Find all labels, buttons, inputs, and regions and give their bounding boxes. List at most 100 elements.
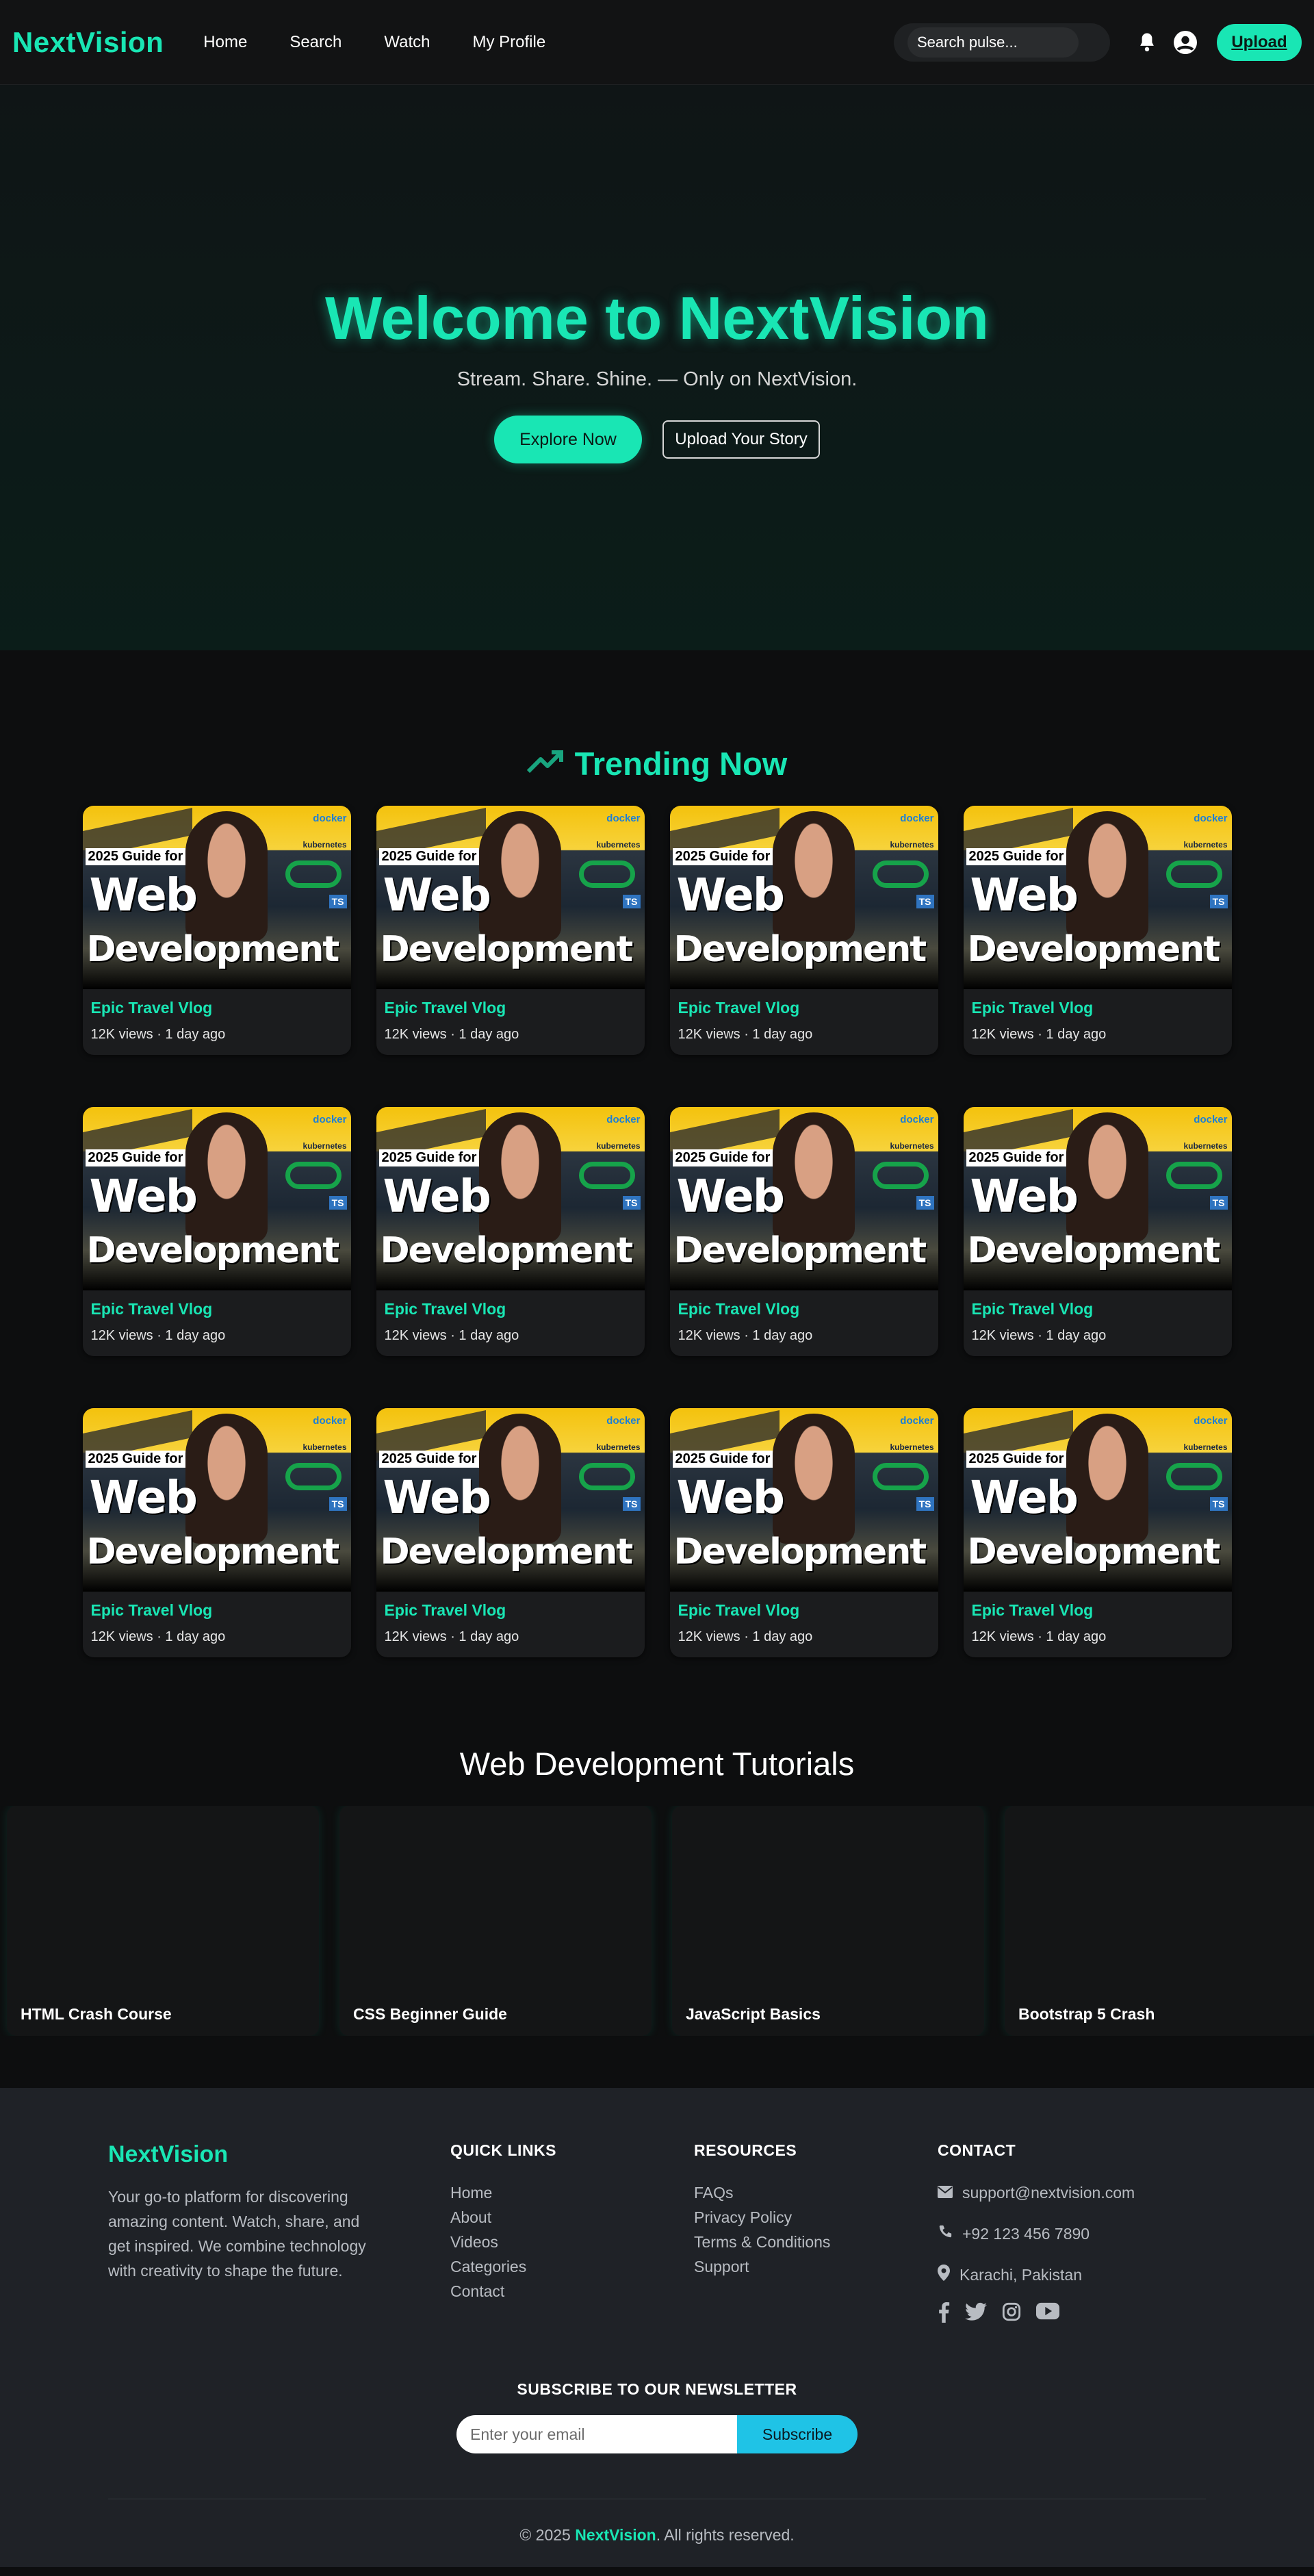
video-card-body: Epic Travel Vlog 12K views · 1 day ago <box>670 989 938 1052</box>
contact-location-text: Karachi, Pakistan <box>959 2265 1082 2284</box>
video-title[interactable]: Epic Travel Vlog <box>972 1300 1224 1318</box>
video-title[interactable]: Epic Travel Vlog <box>91 1300 343 1318</box>
subscribe-button[interactable]: Subscribe <box>737 2415 858 2453</box>
video-thumbnail[interactable]: docker kubernetes TS 2025 Guide for Web Devel… <box>669 806 938 989</box>
footer-link-about[interactable]: About <box>450 2205 694 2230</box>
video-title[interactable]: Epic Travel Vlog <box>678 1300 930 1318</box>
footer-brand[interactable]: NextVision <box>108 2141 450 2168</box>
facebook-icon[interactable] <box>938 2302 950 2326</box>
video-card-body: Epic Travel Vlog 12K views · 1 day ago <box>964 989 1232 1052</box>
tutorial-card[interactable]: HTML Crash Course <box>7 1806 319 2036</box>
tutorials-title: Web Development Tutorials <box>459 1746 855 1782</box>
phone-icon <box>938 2224 953 2243</box>
trending-section: Trending Now docker kubernetes TS 2025 Guid… <box>0 650 1314 1657</box>
upload-your-story-button[interactable]: Upload Your Story <box>662 420 820 459</box>
video-card[interactable]: docker kubernetes TS 2025 Guide for Web Devel… <box>376 1408 645 1657</box>
thumbnail-person-graphic <box>185 1414 268 1544</box>
video-card[interactable]: docker kubernetes TS 2025 Guide for Web Devel… <box>669 1408 938 1657</box>
video-card[interactable]: docker kubernetes TS 2025 Guide for Web Devel… <box>82 1107 351 1356</box>
thumbnail-tag: 2025 Guide for <box>672 848 773 865</box>
bell-icon[interactable] <box>1135 30 1159 55</box>
video-card[interactable]: docker kubernetes TS 2025 Guide for Web Devel… <box>963 1107 1232 1356</box>
video-card[interactable]: docker kubernetes TS 2025 Guide for Web Devel… <box>82 806 351 1055</box>
video-thumbnail[interactable]: docker kubernetes TS 2025 Guide for Web Devel… <box>376 1408 645 1592</box>
footer-link-videos[interactable]: Videos <box>450 2230 694 2254</box>
footer-link-contact[interactable]: Contact <box>450 2279 694 2304</box>
video-title[interactable]: Epic Travel Vlog <box>385 1300 636 1318</box>
video-thumbnail[interactable]: docker kubernetes TS 2025 Guide for Web Devel… <box>82 1107 351 1290</box>
tutorial-card[interactable]: CSS Beginner Guide <box>339 1806 652 2036</box>
copyright-brand[interactable]: NextVision <box>575 2526 656 2544</box>
thumbnail-brand-ts: TS <box>622 1497 641 1511</box>
search-input[interactable]: Search pulse... <box>907 27 1079 58</box>
footer: NextVision Your go-to platform for disco… <box>0 2088 1314 2567</box>
thumbnail-brand-docker: docker <box>900 1415 934 1427</box>
video-thumbnail[interactable]: docker kubernetes TS 2025 Guide for Web Devel… <box>669 1408 938 1592</box>
brand-logo[interactable]: NextVision <box>12 26 164 59</box>
video-title[interactable]: Epic Travel Vlog <box>678 999 930 1017</box>
newsletter: SUBSCRIBE TO OUR NEWSLETTER Enter your e… <box>0 2380 1314 2453</box>
video-thumbnail[interactable]: docker kubernetes TS 2025 Guide for Web Devel… <box>376 806 645 989</box>
footer-link-support[interactable]: Support <box>694 2254 938 2279</box>
video-thumbnail[interactable]: docker kubernetes TS 2025 Guide for Web Devel… <box>669 1107 938 1290</box>
video-thumbnail[interactable]: docker kubernetes TS 2025 Guide for Web Devel… <box>963 806 1232 989</box>
twitter-icon[interactable] <box>965 2302 987 2326</box>
newsletter-email-input[interactable]: Enter your email <box>456 2415 737 2453</box>
video-card[interactable]: docker kubernetes TS 2025 Guide for Web Devel… <box>963 1408 1232 1657</box>
thumbnail-line2: Development <box>967 1531 1221 1572</box>
thumbnail-tag: 2025 Guide for <box>85 1149 186 1166</box>
thumbnail-person-graphic <box>185 811 268 941</box>
footer-link-home[interactable]: Home <box>450 2180 694 2205</box>
upload-button[interactable]: Upload <box>1217 23 1302 61</box>
nav-link-watch[interactable]: Watch <box>384 33 430 52</box>
video-thumbnail[interactable]: docker kubernetes TS 2025 Guide for Web Devel… <box>82 1408 351 1592</box>
tutorial-title: CSS Beginner Guide <box>353 2005 507 2023</box>
video-title[interactable]: Epic Travel Vlog <box>385 1601 636 1620</box>
footer-link-faqs[interactable]: FAQs <box>694 2180 938 2205</box>
video-title[interactable]: Epic Travel Vlog <box>385 999 636 1017</box>
footer-link-privacy[interactable]: Privacy Policy <box>694 2205 938 2230</box>
user-circle-icon[interactable] <box>1173 30 1198 55</box>
video-title[interactable]: Epic Travel Vlog <box>678 1601 930 1620</box>
thumbnail-tech-logos: docker kubernetes TS <box>1152 813 1228 915</box>
video-card[interactable]: docker kubernetes TS 2025 Guide for Web Devel… <box>376 1107 645 1356</box>
video-card-body: Epic Travel Vlog 12K views · 1 day ago <box>670 1592 938 1655</box>
explore-now-button[interactable]: Explore Now <box>494 416 642 463</box>
copyright: © 2025 NextVision. All rights reserved. <box>0 2526 1314 2545</box>
video-title[interactable]: Epic Travel Vlog <box>972 1601 1224 1620</box>
video-card[interactable]: docker kubernetes TS 2025 Guide for Web Devel… <box>963 806 1232 1055</box>
thumbnail-tech-logos: docker kubernetes TS <box>565 813 641 915</box>
video-title[interactable]: Epic Travel Vlog <box>972 999 1224 1017</box>
video-thumbnail[interactable]: docker kubernetes TS 2025 Guide for Web Devel… <box>82 806 351 989</box>
youtube-icon[interactable] <box>1036 2302 1059 2326</box>
video-card[interactable]: docker kubernetes TS 2025 Guide for Web Devel… <box>376 806 645 1055</box>
thumbnail-line1: Web <box>89 1471 198 1524</box>
nav-link-search[interactable]: Search <box>289 33 342 52</box>
video-card-body: Epic Travel Vlog 12K views · 1 day ago <box>376 1290 645 1353</box>
video-card[interactable]: docker kubernetes TS 2025 Guide for Web Devel… <box>669 1107 938 1356</box>
video-card[interactable]: docker kubernetes TS 2025 Guide for Web Devel… <box>82 1408 351 1657</box>
nav-link-my-profile[interactable]: My Profile <box>473 33 546 52</box>
video-thumbnail[interactable]: docker kubernetes TS 2025 Guide for Web Devel… <box>963 1107 1232 1290</box>
footer-link-categories[interactable]: Categories <box>450 2254 694 2279</box>
video-title[interactable]: Epic Travel Vlog <box>91 1601 343 1620</box>
video-thumbnail[interactable]: docker kubernetes TS 2025 Guide for Web Devel… <box>376 1107 645 1290</box>
contact-email-text[interactable]: support@nextvision.com <box>962 2184 1135 2202</box>
tutorial-card[interactable]: JavaScript Basics <box>672 1806 984 2036</box>
quick-links-list: Home About Videos Categories Contact <box>450 2180 694 2304</box>
video-title[interactable]: Epic Travel Vlog <box>91 999 343 1017</box>
video-thumbnail[interactable]: docker kubernetes TS 2025 Guide for Web Devel… <box>963 1408 1232 1592</box>
footer-link-terms[interactable]: Terms & Conditions <box>694 2230 938 2254</box>
thumbnail-brand-kubernetes: kubernetes <box>302 1442 347 1452</box>
video-meta: 12K views · 1 day ago <box>971 1027 1107 1042</box>
instagram-icon[interactable] <box>1002 2302 1021 2326</box>
thumbnail-brand-ts: TS <box>622 1196 641 1210</box>
footer-contact: CONTACT support@nextvision.com +92 123 4… <box>938 2141 1181 2326</box>
thumbnail-brand-ts: TS <box>916 1196 934 1210</box>
tutorial-card[interactable]: Bootstrap 5 Crash <box>1005 1806 1314 2036</box>
thumbnail-tag: 2025 Guide for <box>966 1451 1067 1468</box>
video-card[interactable]: docker kubernetes TS 2025 Guide for Web Devel… <box>669 806 938 1055</box>
thumbnail-brand-docker: docker <box>900 1114 934 1125</box>
video-meta: 12K views · 1 day ago <box>384 1629 519 1644</box>
nav-link-home[interactable]: Home <box>203 33 247 52</box>
